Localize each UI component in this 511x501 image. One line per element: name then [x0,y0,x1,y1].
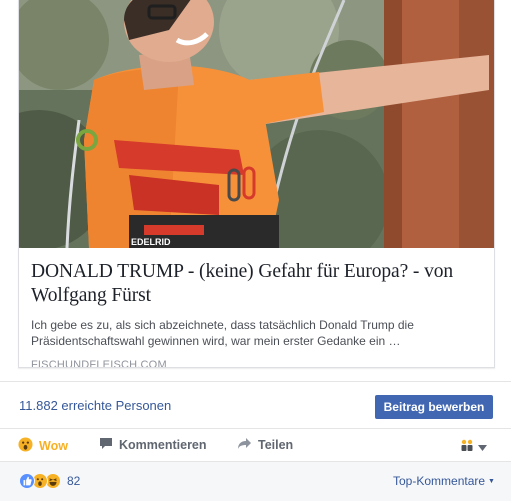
comment-button[interactable]: Kommentieren [99,437,207,453]
people-reached-link[interactable]: 11.882 erreichte Personen [19,398,171,413]
comment-label: Kommentieren [119,438,207,452]
link-title[interactable]: DONALD TRUMP - (keine) Gefahr für Europa… [31,260,482,308]
chevron-down-icon [478,438,487,456]
link-preview-card[interactable]: EDELRID DONALD TRUMP - (keine) Gefahr fü… [18,0,495,368]
speech-bubble-icon [99,437,113,453]
link-description: Ich gebe es zu, als sich abzeichnete, da… [31,318,414,348]
harness-logo-text: EDELRID [131,237,171,247]
wow-label: Wow [39,439,68,453]
reaction-count[interactable]: 82 [67,474,80,488]
like-icon [19,473,35,489]
comment-sort-dropdown[interactable]: Top-Kommentare ▼ [393,474,495,488]
link-preview-text[interactable]: DONALD TRUMP - (keine) Gefahr für Europa… [19,248,494,368]
comment-sort-label: Top-Kommentare [393,474,486,488]
reactions-summary[interactable]: 82 [19,473,80,489]
boost-post-button[interactable]: Beitrag bewerben [375,395,493,419]
link-preview-image[interactable]: EDELRID [19,0,494,248]
reach-row: 11.882 erreichte Personen Beitrag bewerb… [0,381,511,427]
share-button[interactable]: Teilen [237,437,293,453]
reactions-summary-bar: 82 Top-Kommentare ▼ [0,461,511,501]
friends-icon [460,438,474,456]
facebook-post: EDELRID DONALD TRUMP - (keine) Gefahr fü… [0,0,511,501]
wow-reaction-button[interactable]: Wow [18,437,68,455]
link-domain: FISCHUNDFLEISCH.COM [31,359,167,368]
chevron-down-icon: ▼ [488,477,495,485]
wow-emoji-icon [18,437,33,455]
post-action-bar: Wow Kommentieren Teilen [0,428,511,461]
share-arrow-icon [237,437,252,453]
audience-selector[interactable] [460,438,487,456]
share-label: Teilen [258,438,294,452]
